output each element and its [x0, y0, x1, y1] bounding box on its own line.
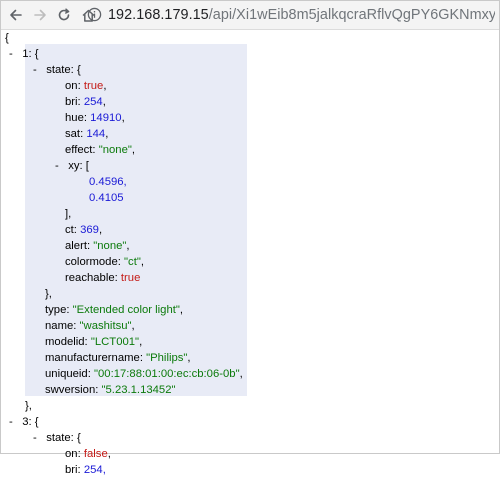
json-key: reachable:	[65, 272, 118, 284]
entry-3-key: 3: {	[22, 416, 39, 428]
json-key: hue:	[65, 112, 87, 124]
json-property: name: "washitsu",	[45, 320, 135, 332]
xy-value-0: 0.4596,	[89, 176, 127, 188]
json-value: "none"	[98, 144, 132, 156]
xy-row: - xy: [	[55, 158, 89, 174]
root-open-brace: {	[5, 32, 9, 44]
json-value: "5.23.1.13452"	[101, 384, 176, 396]
json-value: 254,	[83, 464, 106, 476]
json-key: on:	[65, 80, 81, 92]
json-value: "LCT001"	[90, 336, 140, 348]
entry-3-row: - 3: {	[9, 414, 39, 430]
json-key: effect:	[65, 144, 96, 156]
xy-value-1: 0.4105	[89, 192, 124, 204]
browser-toolbar: 192.168.179.15/api/Xi1wEib8m5jalkqcraRfl…	[1, 1, 499, 30]
json-key: bri:	[65, 464, 81, 476]
json-value: 144	[86, 128, 106, 140]
json-value: 254	[83, 96, 103, 108]
address-bar[interactable]: 192.168.179.15/api/Xi1wEib8m5jalkqcraRfl…	[87, 4, 495, 25]
state-close: },	[45, 288, 52, 300]
collapse-toggle[interactable]: -	[33, 64, 37, 76]
reload-button[interactable]	[53, 4, 75, 26]
url-path: /api/Xi1wEib8m5jalkqcraRflvQgPY6GKNmxyQ0…	[208, 6, 495, 23]
back-button[interactable]	[5, 4, 27, 26]
xy-close: ],	[65, 208, 72, 220]
json-property: manufacturername: "Philips",	[45, 352, 191, 364]
json-property: ct: 369,	[65, 224, 103, 236]
json-value: "ct"	[124, 256, 141, 268]
collapse-toggle[interactable]: -	[9, 48, 13, 60]
json-value: true	[83, 80, 104, 92]
forward-button[interactable]	[29, 4, 51, 26]
json-key: sat:	[65, 128, 84, 140]
json-key: name:	[45, 320, 77, 332]
entry-1-close: },	[25, 400, 32, 412]
json-property: modelid: "LCT001",	[45, 336, 143, 348]
json-key: bri:	[65, 96, 81, 108]
json-value: 14910	[90, 112, 122, 124]
json-value: "washitsu"	[79, 320, 132, 332]
json-property: bri: 254,	[65, 462, 106, 478]
entry-3-state-row: - state: {	[33, 430, 81, 446]
entry-1-state-row: - state: {	[33, 62, 81, 78]
back-arrow-icon	[10, 9, 22, 21]
json-key: on:	[65, 448, 81, 460]
state-key: state: {	[46, 432, 81, 444]
reload-icon	[58, 8, 70, 21]
xy-key: xy: [	[68, 160, 89, 172]
json-key: uniqueid:	[45, 368, 91, 380]
json-property: on: false,	[65, 448, 111, 460]
json-property: bri: 254,	[65, 96, 106, 108]
json-value: "Extended color light"	[72, 304, 180, 316]
json-value: 369	[80, 224, 99, 236]
json-property: hue: 14910,	[65, 112, 125, 124]
json-property: colormode: "ct",	[65, 256, 144, 268]
json-property: type: "Extended color light",	[45, 304, 184, 316]
json-property: reachable: true	[65, 270, 140, 286]
collapse-toggle[interactable]: -	[33, 432, 37, 444]
json-property: swversion: "5.23.1.13452"	[45, 382, 176, 398]
json-value: true	[120, 272, 141, 284]
entry-1-row: - 1: {	[9, 46, 39, 62]
json-property: uniqueid: "00:17:88:01:00:ec:cb:06-0b",	[45, 368, 243, 380]
json-key: manufacturername:	[45, 352, 143, 364]
json-property: sat: 144,	[65, 128, 109, 140]
json-key: type:	[45, 304, 70, 316]
json-key: alert:	[65, 240, 91, 252]
state-key: state: {	[46, 64, 81, 76]
json-viewer: { - 1: { - state: { on: true, bri: 254, …	[1, 30, 499, 476]
json-property: on: true,	[65, 80, 107, 92]
url-host: 192.168.179.15	[108, 6, 209, 23]
json-value: "none"	[93, 240, 127, 252]
forward-arrow-icon	[34, 9, 46, 21]
json-property: effect: "none",	[65, 144, 136, 156]
json-key: ct:	[65, 224, 77, 236]
json-value: "Philips"	[146, 352, 188, 364]
json-property: alert: "none",	[65, 240, 130, 252]
json-key: swversion:	[45, 384, 99, 396]
json-key: colormode:	[65, 256, 121, 268]
collapse-toggle[interactable]: -	[9, 416, 13, 428]
json-key: modelid:	[45, 336, 88, 348]
info-icon[interactable]	[87, 7, 102, 22]
json-value: false	[83, 448, 108, 460]
entry-1-key: 1: {	[22, 48, 39, 60]
collapse-toggle[interactable]: -	[55, 160, 59, 172]
json-value: "00:17:88:01:00:ec:cb:06-0b"	[94, 368, 240, 380]
